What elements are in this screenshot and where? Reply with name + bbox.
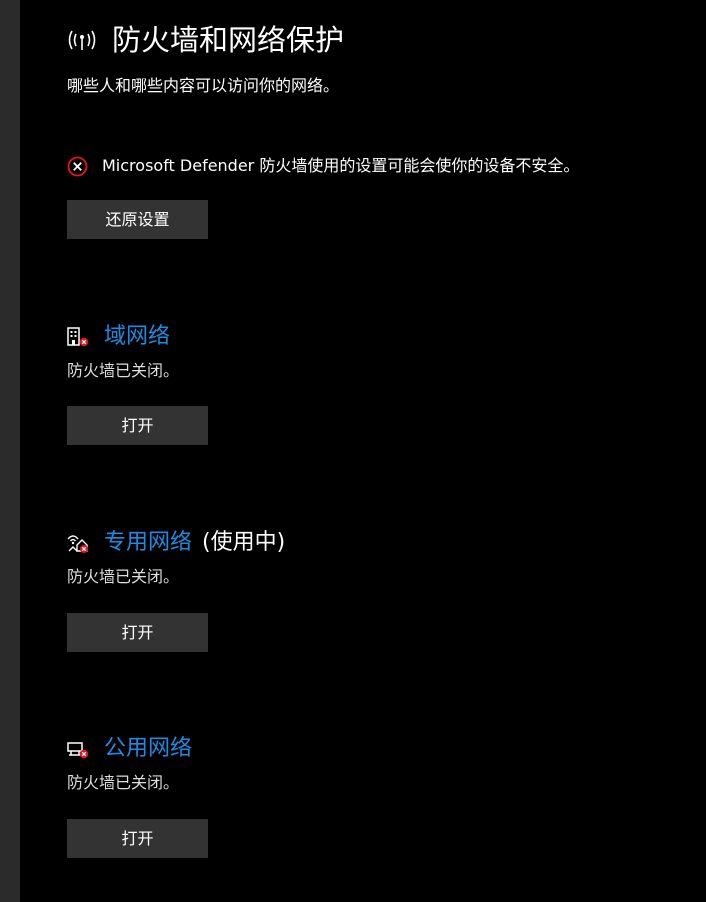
private-turn-on-button[interactable]: 打开 [67, 613, 208, 652]
domain-network-link[interactable]: 域网络 [104, 322, 170, 352]
domain-turn-on-button[interactable]: 打开 [67, 406, 208, 445]
public-network-icon [66, 737, 90, 761]
private-network-section: 专用网络 (使用中) 防火墙已关闭。 [66, 526, 686, 588]
private-network-status: 防火墙已关闭。 [67, 567, 180, 586]
page-subtitle: 哪些人和哪些内容可以访问你的网络。 [67, 76, 340, 95]
public-network-section: 公用网络 防火墙已关闭。 [66, 732, 686, 794]
warning-text: Microsoft Defender 防火墙使用的设置可能会使你的设备不安全。 [102, 156, 580, 175]
public-network-header: 公用网络 [66, 732, 686, 766]
restore-settings-button[interactable]: 还原设置 [67, 200, 208, 239]
public-turn-on-button[interactable]: 打开 [67, 819, 208, 858]
public-network-status: 防火墙已关闭。 [67, 773, 180, 792]
domain-network-header: 域网络 [66, 320, 686, 354]
error-circle-x-icon [67, 156, 88, 177]
private-network-icon [66, 531, 90, 555]
left-edge-strip [0, 0, 20, 902]
firewall-page: 防火墙和网络保护 哪些人和哪些内容可以访问你的网络。 Microsoft Def… [20, 0, 706, 902]
domain-network-status: 防火墙已关闭。 [67, 361, 180, 380]
private-network-header: 专用网络 (使用中) [66, 526, 686, 560]
in-use-label: (使用中) [202, 530, 286, 555]
warning-banner: Microsoft Defender 防火墙使用的设置可能会使你的设备不安全。 [67, 154, 579, 178]
public-network-link[interactable]: 公用网络 [104, 734, 192, 764]
page-header: 防火墙和网络保护 [66, 20, 344, 60]
page-title: 防火墙和网络保护 [112, 23, 345, 57]
domain-network-icon [66, 325, 90, 349]
domain-network-section: 域网络 防火墙已关闭。 [66, 320, 686, 382]
wireless-signal-icon [66, 28, 98, 52]
private-network-link[interactable]: 专用网络 [104, 528, 192, 558]
